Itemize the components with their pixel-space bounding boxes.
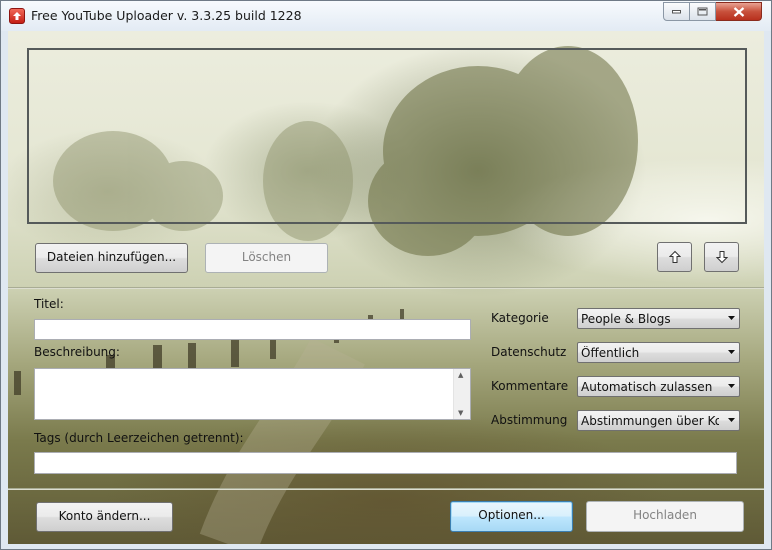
arrow-up-icon (668, 250, 681, 263)
close-button[interactable] (716, 2, 762, 21)
delete-button[interactable]: Löschen (205, 243, 328, 273)
video-preview-area[interactable] (27, 48, 747, 224)
maximize-icon (697, 7, 707, 15)
window-controls (663, 2, 767, 22)
minimize-icon (671, 9, 681, 13)
comments-value: Automatisch zulassen (581, 380, 713, 394)
close-icon (733, 6, 744, 17)
chevron-down-icon (728, 316, 735, 320)
chevron-down-icon (728, 418, 735, 422)
app-icon (9, 8, 25, 24)
minimize-button[interactable] (663, 2, 690, 21)
privacy-value: Öffentlich (581, 346, 640, 360)
scroll-up-icon[interactable]: ▲ (458, 371, 463, 379)
comments-dropdown[interactable]: Automatisch zulassen (577, 376, 740, 397)
app-window: Free YouTube Uploader v. 3.3.25 build 12… (0, 0, 772, 550)
rating-dropdown[interactable]: Abstimmungen über Kom (577, 410, 740, 431)
chevron-down-icon (728, 384, 735, 388)
title-input[interactable] (34, 319, 471, 340)
client-area: Dateien hinzufügen... Löschen Titel: Bes… (8, 31, 764, 544)
rating-value: Abstimmungen über Kom (581, 414, 719, 428)
upload-button[interactable]: Hochladen (586, 501, 744, 532)
description-textarea[interactable]: ▲ ▼ (34, 368, 471, 420)
title-label: Titel: (34, 297, 64, 311)
add-files-button[interactable]: Dateien hinzufügen... (35, 243, 188, 273)
rating-label: Abstimmung (491, 413, 568, 427)
chevron-down-icon (728, 350, 735, 354)
window-title: Free YouTube Uploader v. 3.3.25 build 12… (31, 8, 302, 23)
category-label: Kategorie (491, 311, 549, 325)
privacy-label: Datenschutz (491, 345, 567, 359)
change-account-button[interactable]: Konto ändern... (36, 502, 173, 532)
tags-input[interactable] (34, 452, 737, 474)
privacy-dropdown[interactable]: Öffentlich (577, 342, 740, 363)
move-up-button[interactable] (657, 242, 692, 272)
tags-label: Tags (durch Leerzeichen getrennt): (34, 431, 244, 445)
category-value: People & Blogs (581, 312, 671, 326)
scroll-down-icon[interactable]: ▼ (458, 409, 463, 417)
description-scrollbar[interactable]: ▲ ▼ (453, 369, 470, 419)
maximize-button[interactable] (690, 2, 716, 21)
separator-bottom (8, 488, 764, 490)
comments-label: Kommentare (491, 379, 569, 393)
options-button[interactable]: Optionen... (450, 501, 573, 532)
move-down-button[interactable] (704, 242, 739, 272)
category-dropdown[interactable]: People & Blogs (577, 308, 740, 329)
description-label: Beschreibung: (34, 345, 120, 359)
title-bar[interactable]: Free YouTube Uploader v. 3.3.25 build 12… (1, 1, 771, 31)
separator-top (8, 287, 764, 289)
arrow-down-icon (715, 251, 728, 264)
